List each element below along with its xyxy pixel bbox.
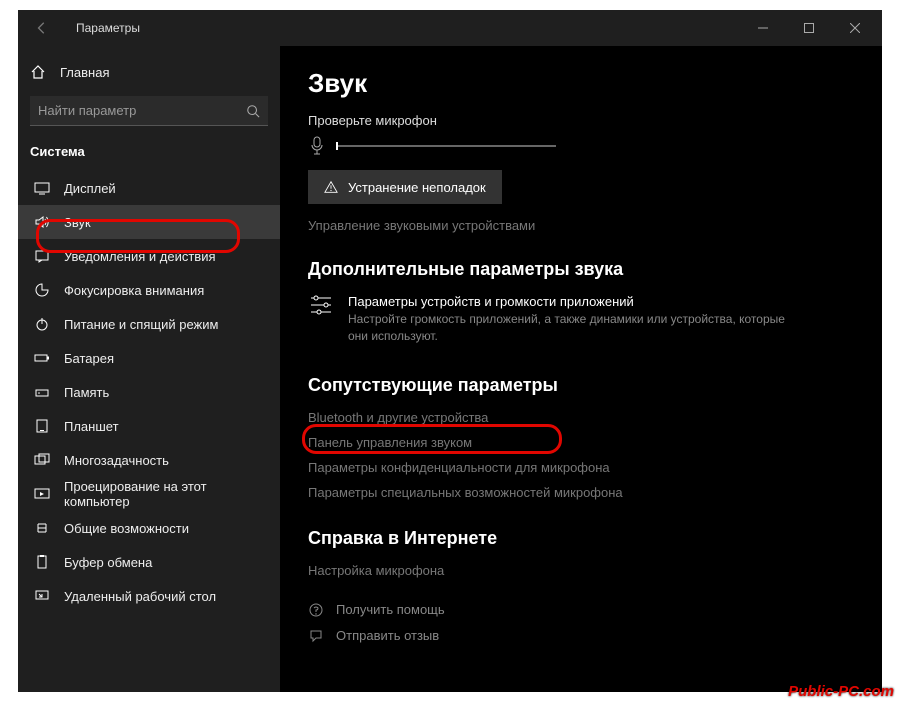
warning-icon xyxy=(324,180,338,194)
sidebar-section-title: Система xyxy=(18,140,280,171)
sidebar-item-label: Батарея xyxy=(64,351,114,366)
sidebar-item-sound[interactable]: Звук xyxy=(18,205,280,239)
troubleshoot-button[interactable]: Устранение неполадок xyxy=(308,170,502,204)
troubleshoot-label: Устранение неполадок xyxy=(348,180,486,195)
back-button[interactable] xyxy=(24,10,60,46)
clipboard-icon xyxy=(34,554,50,570)
titlebar: Параметры xyxy=(18,10,882,46)
sidebar-item-label: Питание и спящий режим xyxy=(64,317,218,332)
sidebar-nav: Дисплей Звук Уведомления и действия xyxy=(18,171,280,613)
sidebar-item-label: Дисплей xyxy=(64,181,116,196)
microphone-icon xyxy=(308,136,326,156)
sidebar-item-label: Общие возможности xyxy=(64,521,189,536)
close-button[interactable] xyxy=(832,10,878,46)
sidebar-item-display[interactable]: Дисплей xyxy=(18,171,280,205)
sidebar-item-multitask[interactable]: Многозадачность xyxy=(18,443,280,477)
maximize-button[interactable] xyxy=(786,10,832,46)
help-links: Настройка микрофона xyxy=(308,563,854,578)
sidebar-item-label: Проецирование на этот компьютер xyxy=(64,479,264,509)
help-title: Справка в Интернете xyxy=(308,528,854,549)
storage-icon xyxy=(34,384,50,400)
sidebar-item-label: Звук xyxy=(64,215,91,230)
sidebar-item-label: Буфер обмена xyxy=(64,555,152,570)
related-link-bluetooth[interactable]: Bluetooth и другие устройства xyxy=(308,410,854,425)
manage-devices-link[interactable]: Управление звуковыми устройствами xyxy=(308,218,854,233)
remote-icon xyxy=(34,588,50,604)
related-link-mic-privacy[interactable]: Параметры конфиденциальности для микрофо… xyxy=(308,460,854,475)
minimize-button[interactable] xyxy=(740,10,786,46)
sidebar-item-project[interactable]: Проецирование на этот компьютер xyxy=(18,477,280,511)
app-volume-link[interactable]: Параметры устройств и громкости приложен… xyxy=(308,294,854,345)
watermark: Public-PC.com xyxy=(788,683,894,700)
sidebar-item-home[interactable]: Главная xyxy=(18,56,280,88)
settings-window: Параметры Главная xyxy=(18,10,882,692)
sidebar-item-power[interactable]: Питание и спящий режим xyxy=(18,307,280,341)
sidebar-home-label: Главная xyxy=(60,65,109,80)
sidebar-item-remote[interactable]: Удаленный рабочий стол xyxy=(18,579,280,613)
feedback-link[interactable]: Отправить отзыв xyxy=(308,628,854,644)
related-title: Сопутствующие параметры xyxy=(308,375,854,396)
related-link-mic-ease[interactable]: Параметры специальных возможностей микро… xyxy=(308,485,854,500)
tablet-icon xyxy=(34,418,50,434)
sidebar-item-clipboard[interactable]: Буфер обмена xyxy=(18,545,280,579)
battery-icon xyxy=(34,350,50,366)
search-icon xyxy=(246,104,260,118)
advanced-title: Дополнительные параметры звука xyxy=(308,259,854,280)
footer-links: Получить помощь Отправить отзыв xyxy=(308,602,854,644)
help-link-mic-setup[interactable]: Настройка микрофона xyxy=(308,563,854,578)
main-content: Звук Проверьте микрофон Устранение непол… xyxy=(280,46,882,692)
mic-test-row xyxy=(308,136,854,156)
mic-test-label: Проверьте микрофон xyxy=(308,113,854,128)
sidebar-item-battery[interactable]: Батарея xyxy=(18,341,280,375)
multitask-icon xyxy=(34,452,50,468)
sidebar: Главная Система Дисплей xyxy=(18,46,280,692)
focus-icon xyxy=(34,282,50,298)
power-icon xyxy=(34,316,50,332)
related-link-sound-panel[interactable]: Панель управления звуком xyxy=(308,435,854,450)
get-help-link[interactable]: Получить помощь xyxy=(308,602,854,618)
sidebar-item-label: Многозадачность xyxy=(64,453,169,468)
home-icon xyxy=(30,64,46,80)
sidebar-item-shared[interactable]: Общие возможности xyxy=(18,511,280,545)
sidebar-item-label: Удаленный рабочий стол xyxy=(64,589,216,604)
feedback-icon xyxy=(308,628,324,644)
sidebar-item-label: Фокусировка внимания xyxy=(64,283,204,298)
window-title: Параметры xyxy=(76,21,140,35)
search-box[interactable] xyxy=(30,96,268,126)
sidebar-item-label: Память xyxy=(64,385,109,400)
search-input[interactable] xyxy=(38,103,246,118)
help-icon xyxy=(308,602,324,618)
feedback-label: Отправить отзыв xyxy=(336,628,439,643)
sidebar-item-label: Планшет xyxy=(64,419,119,434)
sidebar-item-notifications[interactable]: Уведомления и действия xyxy=(18,239,280,273)
shared-icon xyxy=(34,520,50,536)
notification-icon xyxy=(34,248,50,264)
display-icon xyxy=(34,180,50,196)
sidebar-item-focus[interactable]: Фокусировка внимания xyxy=(18,273,280,307)
page-title: Звук xyxy=(308,68,854,99)
mic-level-bar xyxy=(336,145,556,147)
sidebar-item-storage[interactable]: Память xyxy=(18,375,280,409)
related-links: Bluetooth и другие устройства Панель упр… xyxy=(308,410,854,500)
sidebar-item-label: Уведомления и действия xyxy=(64,249,216,264)
sidebar-item-tablet[interactable]: Планшет xyxy=(18,409,280,443)
project-icon xyxy=(34,486,50,502)
app-volume-desc: Настройте громкость приложений, а также … xyxy=(348,311,788,345)
sound-icon xyxy=(34,214,50,230)
app-volume-title: Параметры устройств и громкости приложен… xyxy=(348,294,788,309)
app-volume-icon xyxy=(308,294,334,316)
get-help-label: Получить помощь xyxy=(336,602,445,617)
